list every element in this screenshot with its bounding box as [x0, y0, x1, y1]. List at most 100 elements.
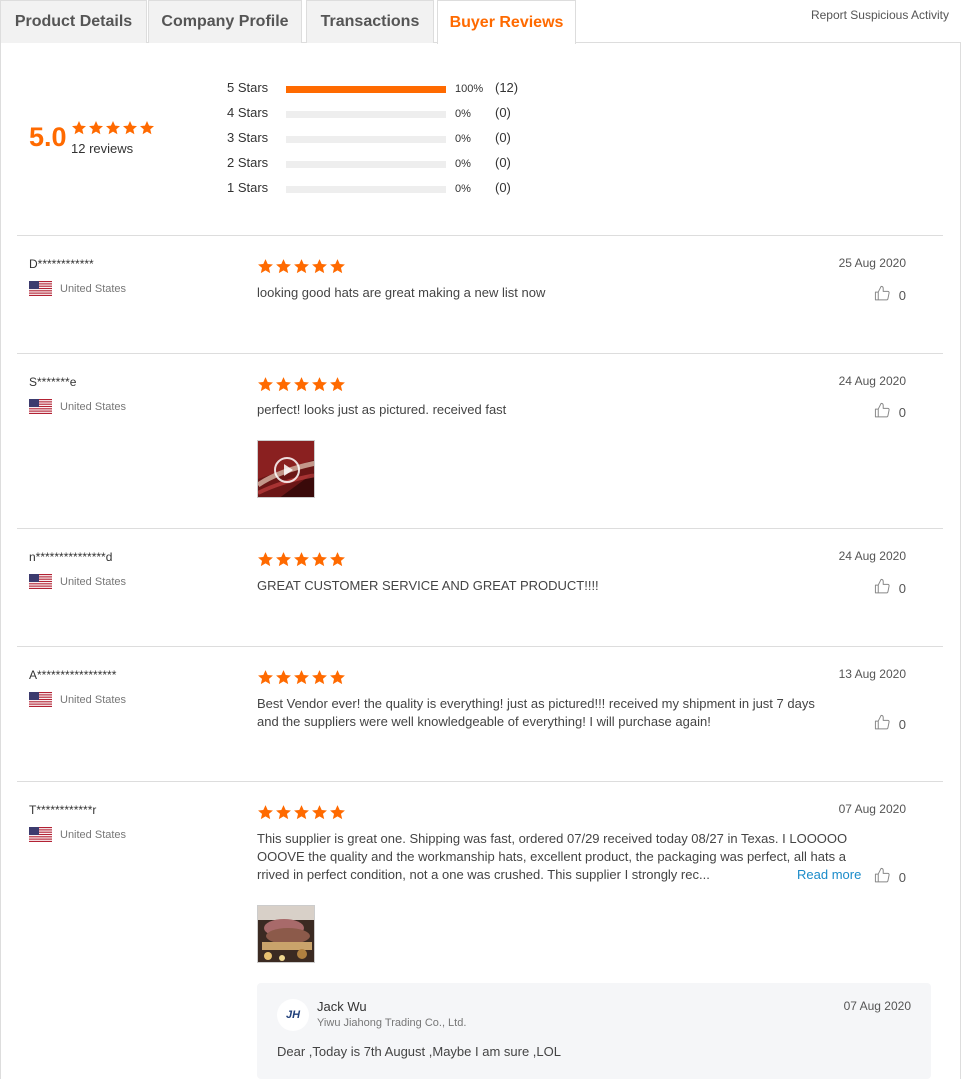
rating-row-percent: 0%: [455, 133, 471, 145]
review-item: A***************** United States 13 Aug …: [0, 647, 961, 781]
reviewer-name: D************: [29, 257, 94, 271]
like-button[interactable]: 0: [874, 578, 906, 598]
video-thumbnail-image: [258, 441, 314, 497]
thumbs-up-graphic: [874, 578, 890, 594]
rating-row-percent: 0%: [455, 158, 471, 170]
us-flag-graphic: [29, 399, 52, 414]
tab-buyer-reviews[interactable]: Buyer Reviews: [437, 0, 576, 44]
report-suspicious-activity-link[interactable]: Report Suspicious Activity: [811, 8, 949, 22]
star-icon: [276, 552, 291, 567]
reviewer-country: United States: [29, 827, 126, 842]
review-date: 24 Aug 2020: [838, 549, 906, 563]
rating-row-count: (0): [495, 130, 511, 145]
country-name: United States: [60, 693, 127, 706]
reviewer-country: United States: [29, 692, 126, 707]
star-icon: [106, 121, 120, 135]
star-icon: [123, 121, 137, 135]
seller-avatar: JH: [277, 999, 309, 1031]
review-stars: [257, 376, 346, 393]
reviewer-name: S*******e: [29, 375, 77, 389]
rating-row-count: (0): [495, 105, 511, 120]
star-icon: [294, 259, 309, 274]
seller-company: Yiwu Jiahong Trading Co., Ltd.: [317, 1017, 467, 1029]
review-item: D************ United States 25 Aug 2020 …: [0, 236, 961, 353]
like-button[interactable]: 0: [874, 402, 906, 422]
thumbs-up-graphic: [874, 714, 890, 730]
rating-row-count: (0): [495, 180, 511, 195]
rating-row-label: 2 Stars: [227, 155, 269, 170]
star-icon: [258, 805, 273, 820]
review-text: GREAT CUSTOMER SERVICE AND GREAT PRODUCT…: [257, 578, 599, 593]
thumbs-up-icon: [874, 402, 891, 422]
star-icon: [330, 377, 345, 392]
star-icon: [258, 259, 273, 274]
us-flag-graphic: [29, 574, 52, 589]
review-stars: [257, 669, 346, 686]
star-icon: [330, 670, 345, 685]
review-text-line: OOOVE the quality and the workmanship ha…: [257, 849, 846, 864]
star-icon: [276, 377, 291, 392]
star-icon: [258, 670, 273, 685]
star-icon: [312, 377, 327, 392]
like-button[interactable]: 0: [874, 285, 906, 305]
tab-transactions[interactable]: Transactions: [306, 0, 434, 43]
rating-row-count: (0): [495, 155, 511, 170]
rating-row-label: 1 Stars: [227, 180, 269, 195]
star-icon: [330, 805, 345, 820]
us-flag-icon: [29, 574, 52, 589]
review-date: 25 Aug 2020: [838, 256, 906, 270]
star-icon: [294, 552, 309, 567]
country-name: United States: [60, 575, 127, 588]
like-button[interactable]: 0: [874, 714, 906, 734]
like-count: 0: [898, 287, 906, 303]
review-text: looking good hats are great making a new…: [257, 285, 546, 300]
read-more-link[interactable]: Read more: [797, 867, 861, 882]
star-icon: [258, 377, 273, 392]
review-text: perfect! looks just as pictured. receive…: [257, 402, 507, 417]
review-video-thumbnail[interactable]: [257, 440, 315, 498]
review-photo-thumbnail[interactable]: [257, 905, 315, 963]
star-icon: [72, 121, 86, 135]
reviewer-country: United States: [29, 574, 126, 589]
review-count: 12 reviews: [71, 141, 134, 156]
rating-bar: [286, 136, 446, 143]
star-icon: [294, 670, 309, 685]
like-count: 0: [898, 580, 906, 596]
rating-bar: [286, 161, 446, 168]
us-flag-icon: [29, 281, 52, 296]
tab-product-details[interactable]: Product Details: [0, 0, 147, 43]
review-text: Best Vendor ever! the quality is everyth…: [257, 696, 815, 729]
seller-name: Jack Wu: [317, 999, 367, 1014]
thumbs-up-icon: [874, 578, 891, 598]
review-stars: [257, 258, 346, 275]
reviewer-name: A*****************: [29, 668, 117, 682]
star-icon: [276, 670, 291, 685]
us-flag-icon: [29, 827, 52, 842]
star-icon: [294, 805, 309, 820]
star-icon: [258, 552, 273, 567]
rating-bar: [286, 86, 446, 93]
rating-row-4: 4 Stars 0% (0): [227, 105, 527, 125]
star-icon: [312, 805, 327, 820]
tab-company-profile[interactable]: Company Profile: [148, 0, 302, 43]
country-name: United States: [60, 828, 127, 841]
star-icon: [294, 377, 309, 392]
thumbs-up-icon: [874, 285, 891, 305]
like-button[interactable]: 0: [874, 867, 906, 887]
star-icon: [330, 552, 345, 567]
star-icon: [330, 259, 345, 274]
review-date: 13 Aug 2020: [838, 667, 906, 681]
review-item: S*******e United States 24 Aug 2020 perf…: [0, 354, 961, 528]
reply-text: Dear ,Today is 7th August ,Maybe I am su…: [277, 1044, 561, 1059]
like-count: 0: [898, 716, 906, 732]
thumbs-up-icon: [874, 867, 891, 887]
review-text-line: This supplier is great one. Shipping was…: [257, 831, 848, 846]
like-count: 0: [898, 404, 906, 420]
rating-row-percent: 100%: [455, 83, 484, 95]
rating-row-label: 3 Stars: [227, 130, 269, 145]
like-count: 0: [898, 869, 906, 885]
rating-bar-fill: [286, 86, 446, 93]
review-date: 07 Aug 2020: [838, 802, 906, 816]
summary-stars: [71, 120, 155, 136]
star-icon: [89, 121, 103, 135]
